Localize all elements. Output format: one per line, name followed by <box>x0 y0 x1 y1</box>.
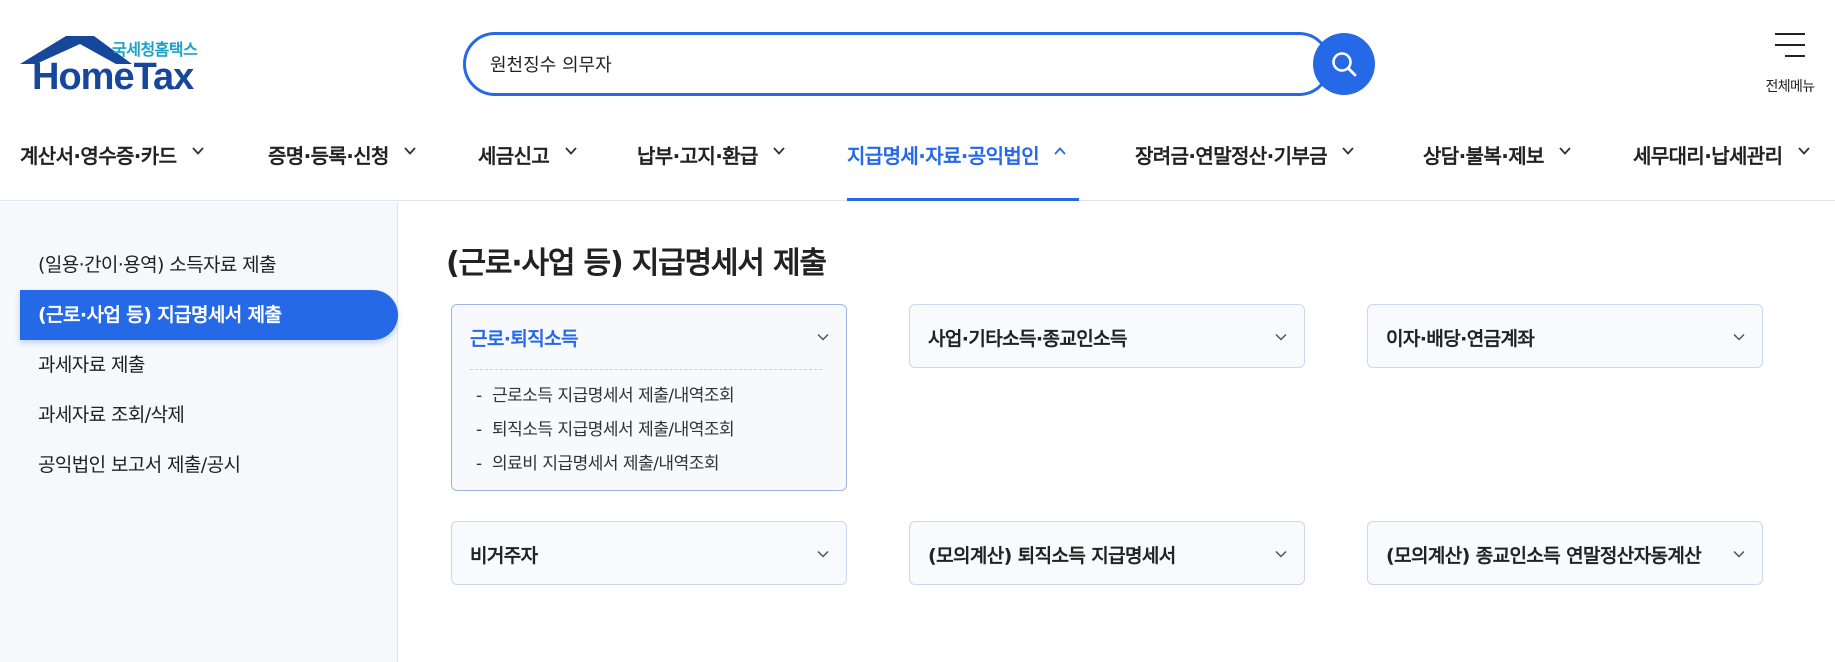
sidebar-item-daily-income-data[interactable]: (일용·간이·용역) 소득자료 제출 <box>20 240 398 290</box>
hometax-logo[interactable]: 국세청홈택스 HomeTax <box>20 34 220 98</box>
search-input[interactable] <box>490 49 1270 79</box>
gnb-item-label: 상담·불복·제보 <box>1423 144 1544 168</box>
list-bullet: - <box>476 420 482 440</box>
chevron-down-icon <box>817 333 829 341</box>
chevron-down-icon <box>1275 333 1287 341</box>
gnb-item-tax-filing[interactable]: 세금신고 <box>478 140 578 201</box>
category-card-interest-dividend-pension[interactable]: 이자·배당·연금계좌 <box>1367 304 1763 368</box>
card-title: 이자·배당·연금계좌 <box>1386 328 1535 350</box>
gnb-item-incentive-year-end[interactable]: 장려금·연말정산·기부금 <box>1135 140 1355 201</box>
list-bullet: - <box>476 386 482 406</box>
gnb-item-label: 납부·고지·환급 <box>637 144 758 168</box>
gnb-item-label: 증명·등록·신청 <box>268 144 389 168</box>
sidebar: (일용·간이·용역) 소득자료 제출 (근로·사업 등) 지급명세서 제출 과세… <box>0 202 398 662</box>
sidebar-item-public-corp-report[interactable]: 공익법인 보고서 제출/공시 <box>20 440 398 490</box>
sub-item-retirement-income-statement[interactable]: - 퇴직소득 지급명세서 제출/내역조회 <box>476 417 735 451</box>
chevron-up-icon <box>1054 147 1067 155</box>
gnb-item-payment-refund[interactable]: 납부·고지·환급 <box>637 140 786 201</box>
sub-item-label: 퇴직소득 지급명세서 제출/내역조회 <box>492 420 735 440</box>
sub-item-label: 근로소득 지급명세서 제출/내역조회 <box>492 386 735 406</box>
card-divider <box>470 369 822 370</box>
search-icon <box>1332 52 1357 77</box>
gnb-item-certificate-registration[interactable]: 증명·등록·신청 <box>268 140 417 201</box>
site-header: 국세청홈택스 HomeTax 전체메뉴 계산서·영수증·카드 증명·등록·신청 <box>0 0 1835 201</box>
chevron-down-icon <box>192 147 204 155</box>
sub-item-medical-expense-statement[interactable]: - 의료비 지급명세서 제출/내역조회 <box>476 451 734 485</box>
chevron-down-icon <box>1733 333 1745 341</box>
gnb-item-label: 계산서·영수증·카드 <box>20 144 177 168</box>
logo-title-en: HomeTax <box>32 56 194 98</box>
gnb-item-label: 지급명세·자료·공익법인 <box>847 144 1040 168</box>
card-title: 사업·기타소득·종교인소득 <box>928 328 1128 350</box>
category-card-simulated-retirement[interactable]: (모의계산) 퇴직소득 지급명세서 <box>909 521 1305 585</box>
list-bullet: - <box>476 454 482 474</box>
sub-item-label: 의료비 지급명세서 제출/내역조회 <box>492 454 720 474</box>
category-card-non-resident[interactable]: 비거주자 <box>451 521 847 585</box>
sidebar-item-payment-statement-submit[interactable]: (근로·사업 등) 지급명세서 제출 <box>20 290 398 340</box>
gnb-item-label: 세금신고 <box>478 144 550 168</box>
gnb-item-label: 세무대리·납세관리 <box>1633 144 1783 168</box>
gnb-item-invoice-receipt-card[interactable]: 계산서·영수증·카드 <box>20 140 205 201</box>
chevron-down-icon <box>1733 550 1745 558</box>
chevron-down-icon <box>564 147 577 155</box>
search-box <box>463 32 1331 96</box>
chevron-down-icon <box>404 147 416 155</box>
sidebar-item-tax-data-lookup[interactable]: 과세자료 조회/삭제 <box>20 390 398 440</box>
card-title: 근로·퇴직소득 <box>470 328 579 350</box>
hamburger-icon <box>1775 33 1805 66</box>
card-sub-list: - 근로소득 지급명세서 제출/내역조회 - 퇴직소득 지급명세서 제출/내역조회 … <box>476 383 735 485</box>
chevron-down-icon <box>1798 147 1810 155</box>
gnb-item-label: 장려금·연말정산·기부금 <box>1135 144 1328 168</box>
category-card-earned-retirement[interactable]: 근로·퇴직소득 - 근로소득 지급명세서 제출/내역조회 - 퇴직소득 지급명세서 … <box>451 304 847 491</box>
card-title: 비거주자 <box>470 545 538 567</box>
card-title: (모의계산) 퇴직소득 지급명세서 <box>928 545 1176 567</box>
search-bar <box>463 32 1378 96</box>
chevron-down-icon <box>817 550 829 558</box>
gnb-item-payment-statement[interactable]: 지급명세·자료·공익법인 <box>847 140 1079 201</box>
page-title: (근로·사업 등) 지급명세서 제출 <box>446 246 827 281</box>
chevron-down-icon <box>1275 550 1287 558</box>
global-nav: 계산서·영수증·카드 증명·등록·신청 세금신고 납부·고지·환급 지급명세·자… <box>0 130 1835 201</box>
chevron-down-icon <box>773 147 785 155</box>
gnb-item-tax-agent[interactable]: 세무대리·납세관리 <box>1633 140 1811 201</box>
all-menu-label: 전체메뉴 <box>1765 79 1815 95</box>
card-title: (모의계산) 종교인소득 연말정산자동계산 <box>1386 545 1702 567</box>
sidebar-item-tax-data-submit[interactable]: 과세자료 제출 <box>20 340 398 390</box>
category-card-business-other-religious[interactable]: 사업·기타소득·종교인소득 <box>909 304 1305 368</box>
chevron-down-icon <box>1342 147 1355 155</box>
active-tab-underline <box>847 198 1079 201</box>
all-menu-button[interactable]: 전체메뉴 <box>1755 30 1825 100</box>
sub-item-earned-income-statement[interactable]: - 근로소득 지급명세서 제출/내역조회 <box>476 383 735 417</box>
gnb-item-consultation-appeal[interactable]: 상담·불복·제보 <box>1423 140 1572 201</box>
category-card-simulated-religious-year-end[interactable]: (모의계산) 종교인소득 연말정산자동계산 <box>1367 521 1763 585</box>
chevron-down-icon <box>1559 147 1571 155</box>
search-button[interactable] <box>1313 33 1375 95</box>
